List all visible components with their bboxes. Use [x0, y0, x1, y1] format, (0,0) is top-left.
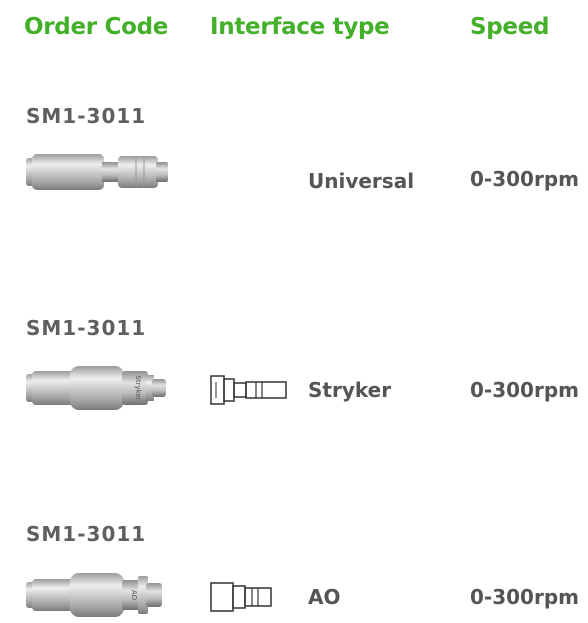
speed-value: 0-300rpm — [470, 585, 579, 609]
interface-type: AO — [308, 585, 341, 609]
interface-type: Stryker — [308, 378, 392, 402]
speed-value: 0-300rpm — [470, 378, 579, 402]
stryker-attachment-icon: Stryker — [26, 366, 166, 410]
header-order-code: Order Code — [24, 14, 169, 40]
header-speed: Speed — [470, 14, 550, 40]
order-code: SM1-3011 — [26, 522, 147, 546]
interface-type: Universal — [308, 169, 415, 193]
header-interface-type: Interface type — [210, 14, 390, 40]
ao-connector-icon — [210, 582, 272, 612]
order-code: SM1-3011 — [26, 316, 147, 340]
stryker-connector-icon — [210, 375, 287, 405]
product-engraving: AO — [130, 590, 138, 601]
order-code: SM1-3011 — [26, 104, 147, 128]
speed-value: 0-300rpm — [470, 167, 579, 191]
universal-attachment-icon — [26, 154, 168, 190]
product-engraving: Stryker — [134, 375, 142, 400]
ao-attachment-icon: AO — [26, 573, 162, 617]
